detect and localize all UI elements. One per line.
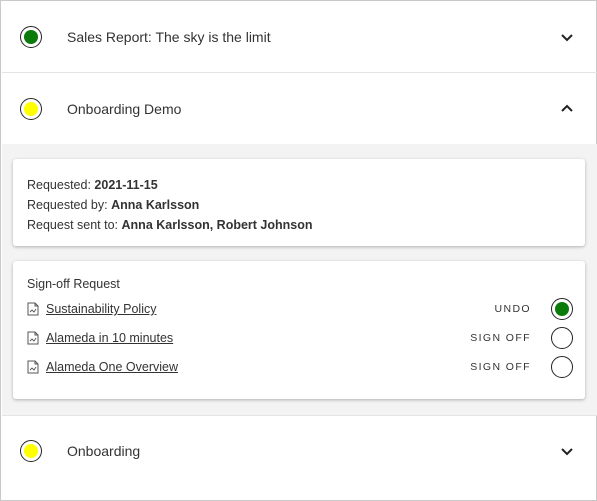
requested-value: 2021-11-15 (94, 178, 158, 192)
signoff-title: Sign-off Request (27, 277, 120, 291)
status-indicator (20, 97, 42, 120)
document-icon (27, 360, 39, 374)
sign-off-button[interactable]: SIGN OFF (470, 332, 531, 344)
document-row: Sustainability Policy UNDO (27, 297, 573, 321)
accordion-expanded-panel: Requested: 2021-11-15 Requested by: Anna… (2, 144, 597, 415)
sent-to-value: Anna Karlsson, Robert Johnson (121, 218, 313, 232)
requested-label: Requested: (27, 178, 91, 192)
accordion-item-onboarding[interactable]: Onboarding (2, 415, 597, 485)
accordion-item-title: Onboarding Demo (67, 100, 182, 117)
status-indicator (20, 439, 42, 462)
status-dot-yellow (24, 443, 38, 458)
status-indicator (20, 26, 42, 48)
requested-by-line: Requested by: Anna Karlsson (27, 195, 571, 215)
chevron-down-icon[interactable] (559, 443, 575, 459)
sent-to-line: Request sent to: Anna Karlsson, Robert J… (27, 215, 571, 235)
status-dot-green (24, 30, 38, 44)
signoff-radio[interactable] (551, 327, 573, 349)
signoff-card: Sign-off Request Sustainability Policy U… (13, 261, 585, 399)
document-row: Alameda One Overview SIGN OFF (27, 355, 573, 379)
accordion-item-onboarding-demo[interactable]: Onboarding Demo (2, 73, 597, 144)
accordion-list: Sales Report: The sky is the limit Onboa… (0, 0, 597, 501)
chevron-up-icon[interactable] (559, 101, 575, 117)
accordion-item-title: Onboarding (67, 442, 141, 459)
undo-button[interactable]: UNDO (494, 303, 531, 315)
document-icon (27, 302, 39, 316)
requested-date-line: Requested: 2021-11-15 (27, 175, 571, 195)
document-row: Alameda in 10 minutes SIGN OFF (27, 326, 573, 350)
document-icon (27, 331, 39, 345)
sent-to-label: Request sent to: (27, 218, 119, 232)
accordion-item-title: Sales Report: The sky is the limit (67, 29, 271, 45)
document-link[interactable]: Alameda in 10 minutes (46, 331, 173, 345)
radio-fill (555, 302, 569, 316)
signoff-radio[interactable] (551, 356, 573, 378)
document-link[interactable]: Alameda One Overview (46, 360, 178, 374)
request-info-card: Requested: 2021-11-15 Requested by: Anna… (13, 159, 585, 246)
requested-by-label: Requested by: (27, 198, 108, 212)
accordion-item-sales-report[interactable]: Sales Report: The sky is the limit (2, 2, 597, 73)
document-link[interactable]: Sustainability Policy (46, 302, 156, 316)
signoff-radio-checked[interactable] (551, 298, 573, 320)
chevron-down-icon[interactable] (559, 29, 575, 45)
sign-off-button[interactable]: SIGN OFF (470, 361, 531, 373)
requested-by-value: Anna Karlsson (111, 198, 200, 212)
status-dot-yellow (24, 101, 38, 116)
